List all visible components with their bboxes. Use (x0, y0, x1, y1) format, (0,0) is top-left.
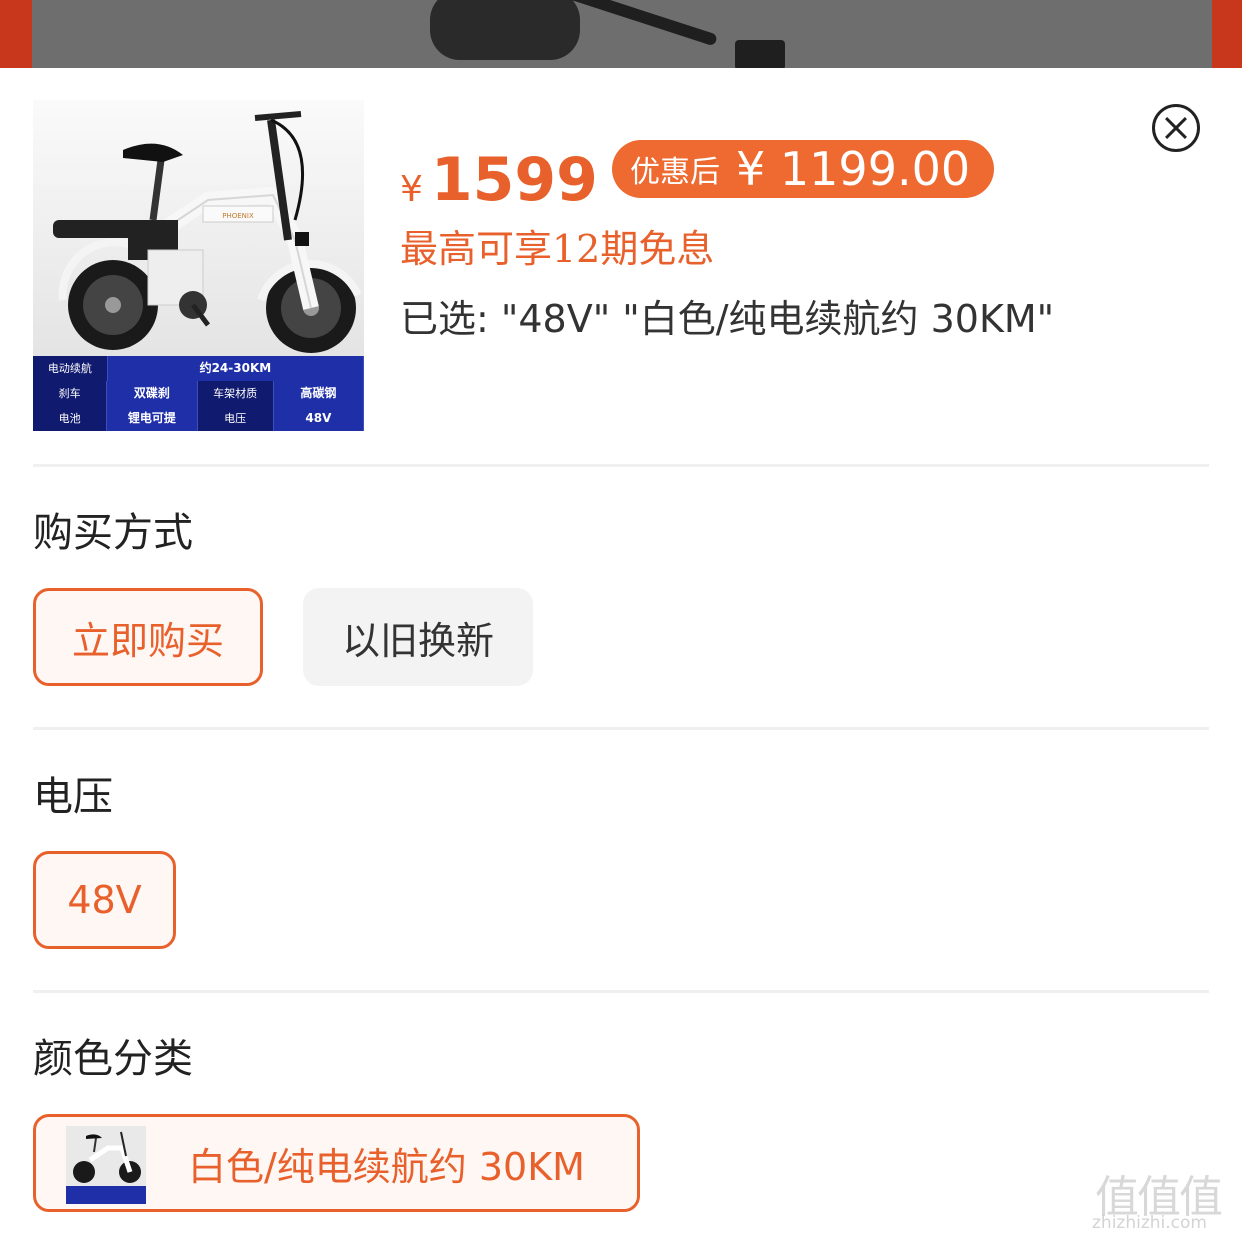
coupon-price-badge: 优惠后 ¥ 1199.00 (612, 140, 995, 198)
currency-symbol: ¥ (400, 169, 423, 210)
divider (33, 464, 1209, 467)
spec-frame-value: 高碳钢 (274, 381, 364, 406)
price-row: ¥ 1599 (400, 130, 598, 220)
spec-brake-value: 双碟刹 (107, 381, 198, 406)
option-buy-now[interactable]: 立即购买 (33, 588, 263, 686)
divider (33, 990, 1209, 993)
purchase-method-title: 购买方式 (33, 510, 193, 556)
color-option-label: 白色/纯电续航约 30KM (188, 1144, 585, 1189)
coupon-price: ¥ 1199.00 (736, 142, 971, 196)
divider (33, 727, 1209, 730)
watermark-site: zhizhizhi.com (1092, 1213, 1207, 1233)
sku-selection-sheet: PHOENIX 电动续航 约24-30KM 刹车 双碟刹 车架材质 高碳钢 电池… (0, 68, 1242, 1241)
spec-range-value: 约24-30KM (108, 356, 364, 381)
option-color-white[interactable]: 白色/纯电续航约 30KM (33, 1114, 640, 1212)
option-voltage-48v[interactable]: 48V (33, 851, 176, 949)
color-category-title: 颜色分类 (33, 1036, 193, 1082)
spec-range-label: 电动续航 (33, 356, 108, 381)
spec-battery-value: 锂电可提 (107, 406, 198, 431)
option-trade-in[interactable]: 以旧换新 (303, 588, 533, 686)
product-thumbnail[interactable]: PHOENIX 电动续航 约24-30KM 刹车 双碟刹 车架材质 高碳钢 电池… (33, 100, 364, 431)
spec-frame-label: 车架材质 (197, 381, 274, 406)
coupon-label: 优惠后 (630, 155, 720, 190)
spec-table: 电动续航 约24-30KM 刹车 双碟刹 车架材质 高碳钢 电池 锂电可提 电压… (33, 356, 364, 431)
bike-brand-label: PHOENIX (222, 212, 254, 220)
spec-voltage-value: 48V (274, 406, 364, 431)
spec-battery-label: 电池 (33, 406, 108, 431)
price: 1599 (430, 145, 598, 215)
voltage-title: 电压 (33, 774, 113, 820)
background-product-image (0, 0, 1242, 68)
close-icon[interactable] (1152, 104, 1200, 152)
spec-voltage-label: 电压 (197, 406, 274, 431)
spec-brake-label: 刹车 (33, 381, 108, 406)
selected-summary: 已选: "48V" "白色/纯电续航约 30KM" (400, 297, 1055, 341)
installment-info: 最高可享12期免息 (400, 227, 715, 271)
color-option-thumbnail (66, 1126, 146, 1204)
bike-image: PHOENIX (33, 100, 364, 356)
